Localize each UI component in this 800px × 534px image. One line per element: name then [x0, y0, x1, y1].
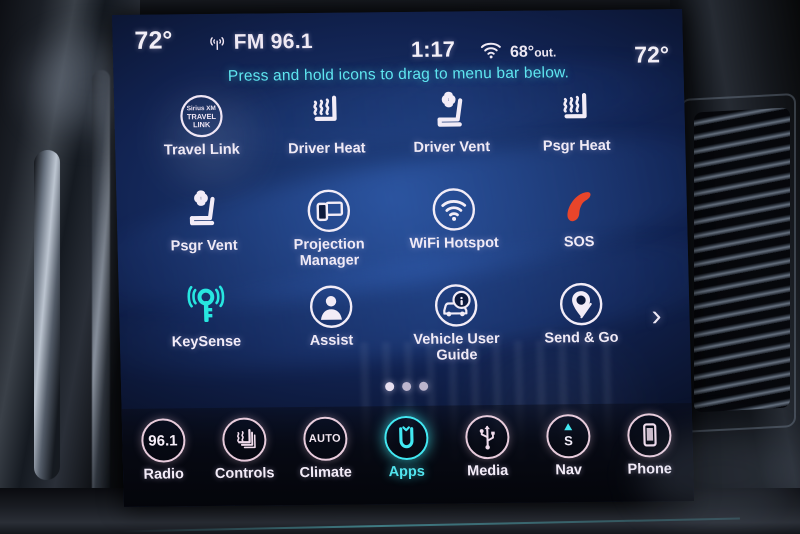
menu-item-apps[interactable]: Apps [365, 415, 448, 481]
app-psgr-vent[interactable]: Psgr Vent [140, 185, 267, 282]
app-vehicle-user-guide[interactable]: Vehicle User Guide [393, 279, 520, 376]
infotainment-screen[interactable]: 72° FM 96.1 1:17 68°out. 72° Press and h… [111, 9, 695, 507]
nav-compass-icon: S [545, 414, 591, 459]
app-psgr-heat[interactable]: Psgr Heat [513, 86, 640, 183]
app-send-and-go[interactable]: Send & Go [518, 277, 645, 374]
app-row: Psgr Vent Projection Manager WiFi Hotspo… [140, 182, 642, 283]
seat-vent-icon [178, 186, 229, 239]
vehicle-user-guide-icon [431, 279, 480, 331]
menu-item-label: Apps [388, 463, 426, 481]
phone-device-icon [626, 413, 672, 458]
chrome-accent-strip-2 [92, 69, 110, 501]
send-and-go-pin-icon [556, 278, 605, 330]
wifi-icon [480, 41, 502, 59]
air-vent-frame [680, 92, 796, 434]
app-label: Driver Vent [413, 139, 491, 156]
controls-seat-icon [221, 417, 267, 462]
menu-item-label: Nav [555, 462, 583, 479]
app-label: Assist [309, 332, 354, 349]
radio-frequency-icon: 96.1 [140, 418, 186, 463]
outside-temperature: 68°out. [510, 43, 557, 61]
outside-temperature-value: 68° [509, 43, 535, 61]
app-label: Driver Heat [287, 140, 366, 158]
app-label: Psgr Heat [542, 137, 611, 155]
stitching-seam [120, 517, 740, 533]
radio-frequency-value: 96.1 [148, 431, 178, 450]
chrome-accent-strip [34, 149, 60, 481]
menu-item-label: Controls [214, 465, 275, 482]
app-label: Send & Go [544, 329, 619, 347]
menu-item-label: Media [466, 462, 509, 480]
climate-auto-icon: AUTO [302, 416, 348, 462]
climate-auto-value: AUTO [308, 432, 342, 445]
app-sos[interactable]: SOS [515, 182, 642, 279]
app-row: KeySense Assist Vehicle User Guide Send … [143, 277, 645, 378]
clock[interactable]: 1:17 [411, 36, 456, 62]
uconnect-apps-icon [383, 415, 429, 461]
outside-temperature-suffix: out. [534, 45, 557, 60]
photo-scene: 72° FM 96.1 1:17 68°out. 72° Press and h… [0, 0, 800, 534]
assist-person-icon [306, 281, 355, 333]
app-label: KeySense [171, 333, 242, 351]
app-assist[interactable]: Assist [268, 280, 395, 377]
broadcast-icon [208, 34, 225, 51]
app-grid: Sirius XM TRAVEL LINK Travel Link Driver… [138, 86, 662, 379]
menu-item-controls[interactable]: Controls [203, 417, 286, 482]
menu-bar: 96.1 Radio Controls AUTO Climate Apps Me… [121, 402, 695, 507]
app-driver-heat[interactable]: Driver Heat [263, 88, 390, 185]
keysense-icon [180, 282, 231, 335]
usb-media-icon [464, 414, 510, 460]
page-dot-active[interactable] [384, 382, 394, 392]
sos-phone-icon [555, 182, 602, 234]
audio-source[interactable]: FM 96.1 [208, 30, 313, 55]
app-label: Vehicle User Guide [413, 330, 500, 364]
menu-item-media[interactable]: Media [446, 414, 529, 480]
app-keysense[interactable]: KeySense [143, 281, 270, 378]
menu-item-label: Radio [143, 466, 185, 483]
app-row: Sirius XM TRAVEL LINK Travel Link Driver… [138, 86, 640, 187]
app-travel-link[interactable]: Sirius XM TRAVEL LINK Travel Link [138, 89, 265, 186]
seat-heat-icon [550, 86, 601, 139]
seat-vent-icon [425, 87, 476, 140]
app-label: Psgr Vent [170, 237, 238, 255]
app-label: Travel Link [163, 141, 240, 159]
projection-manager-icon [304, 185, 353, 237]
svg-text:S: S [563, 433, 572, 448]
app-label: WiFi Hotspot [409, 234, 499, 252]
app-driver-vent[interactable]: Driver Vent [388, 87, 515, 184]
wifi-hotspot-icon [429, 183, 478, 235]
driver-temperature[interactable]: 72° [134, 26, 173, 55]
menu-item-climate[interactable]: AUTO Climate [284, 416, 367, 481]
chevron-right-icon[interactable]: › [651, 299, 678, 333]
seat-heat-icon [300, 89, 351, 142]
page-dot[interactable] [401, 381, 411, 392]
menu-item-phone[interactable]: Phone [608, 413, 691, 478]
siriusxm-travel-link-icon: Sirius XM TRAVEL LINK [177, 90, 224, 142]
app-label: SOS [563, 233, 595, 251]
menu-item-radio[interactable]: 96.1 Radio [122, 418, 205, 483]
app-projection-manager[interactable]: Projection Manager [265, 184, 392, 281]
menu-item-label: Climate [299, 464, 353, 482]
audio-source-label: FM 96.1 [233, 29, 314, 54]
menu-item-label: Phone [627, 461, 673, 478]
page-dot[interactable] [418, 381, 428, 391]
menu-item-nav[interactable]: S Nav [527, 414, 610, 479]
app-label: Projection Manager [293, 236, 365, 269]
app-wifi-hotspot[interactable]: WiFi Hotspot [390, 183, 517, 280]
svg-text:LINK: LINK [192, 120, 210, 129]
